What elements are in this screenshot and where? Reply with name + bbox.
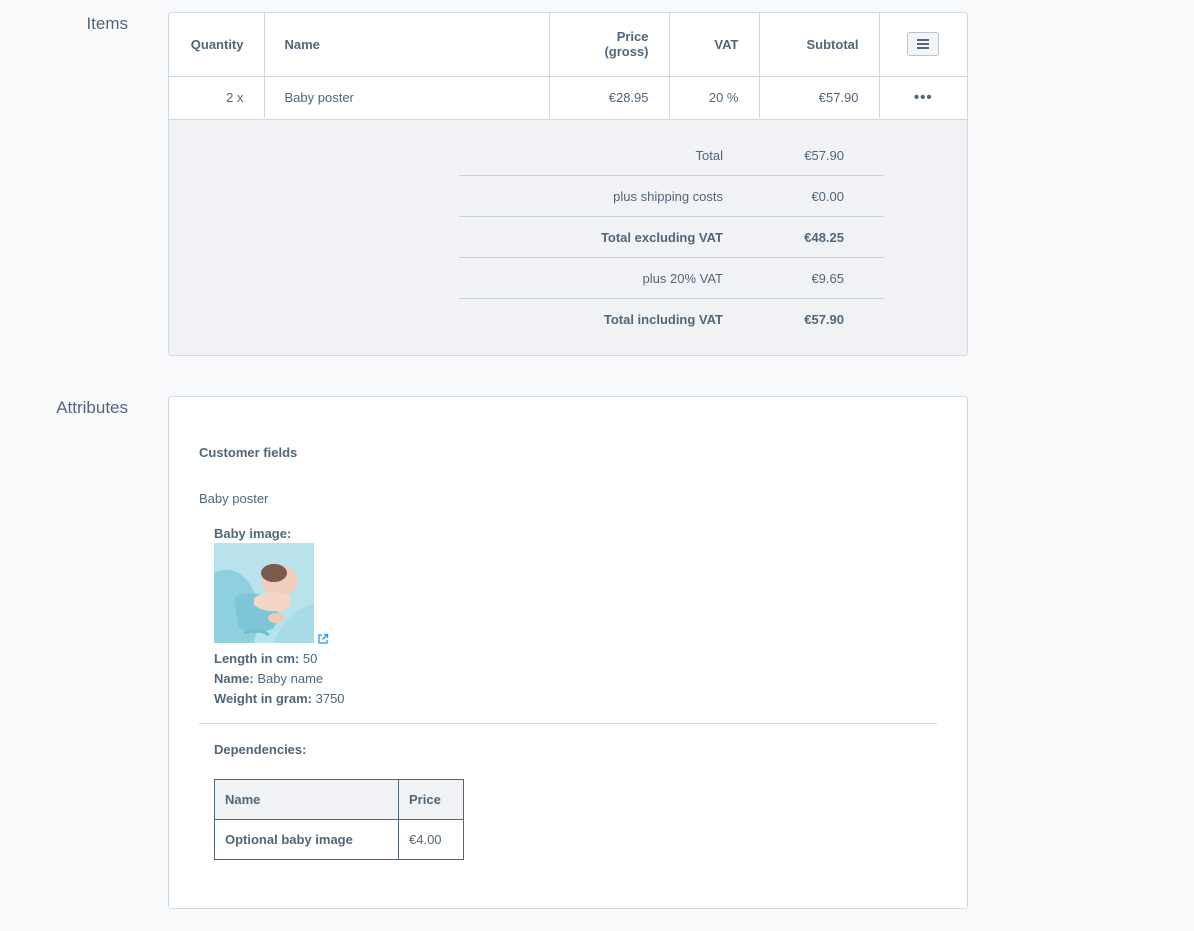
attribute-value: 50	[302, 651, 318, 666]
totals-row: Total including VAT €57.90	[459, 298, 884, 339]
table-row[interactable]: 2 x Baby poster €28.95 20 % €57.90 •••	[169, 76, 967, 118]
totals-value: €0.00	[763, 175, 884, 217]
totals-value: €57.90	[804, 147, 844, 163]
baby-image[interactable]	[214, 543, 314, 643]
items-section-label: Items	[86, 14, 128, 33]
external-link-icon[interactable]	[317, 632, 329, 644]
dep-column-header-price: Price	[398, 779, 464, 820]
baby-image-label: Baby image:	[214, 526, 292, 541]
totals-label: Total	[695, 147, 723, 163]
attribute-weight: Weight in gram: 3750	[214, 691, 345, 706]
dependencies-label: Dependencies:	[214, 742, 307, 757]
cell-vat: 20 %	[668, 76, 759, 118]
totals-value: €48.25	[763, 216, 884, 258]
column-header-actions	[878, 13, 967, 77]
totals-row: plus shipping costs €0.00	[459, 175, 884, 217]
cell-quantity: 2 x	[226, 89, 244, 105]
items-table: Quantity Name Price (gross) VAT Subtotal…	[169, 13, 967, 118]
totals-row: Total €57.90	[459, 135, 884, 176]
attribute-label: Weight in gram:	[214, 691, 312, 706]
attribute-value: 3750	[315, 691, 345, 706]
totals-label: Total including VAT	[459, 298, 763, 339]
items-card: Quantity Name Price (gross) VAT Subtotal…	[168, 12, 968, 356]
product-name: Baby poster	[199, 491, 269, 506]
cell-actions: •••	[878, 76, 967, 118]
dep-column-header-name: Name	[214, 779, 399, 820]
dependencies-table-header: Name Price	[214, 779, 464, 820]
ellipsis-icon[interactable]: •••	[914, 90, 933, 105]
column-header-subtotal[interactable]: Subtotal	[758, 13, 879, 77]
attribute-name: Name: Baby name	[214, 671, 323, 686]
attribute-label: Length in cm:	[214, 651, 300, 666]
items-table-header: Quantity Name Price (gross) VAT Subtotal	[169, 13, 967, 77]
totals-area: Total €57.90 plus shipping costs €0.00 T…	[169, 119, 967, 355]
cell-price: €28.95	[548, 76, 669, 118]
totals-label: Total excluding VAT	[459, 216, 763, 258]
divider	[199, 723, 937, 724]
attribute-length: Length in cm: 50	[214, 651, 317, 666]
cell-subtotal: €57.90	[758, 76, 879, 118]
column-header-quantity[interactable]: Quantity	[169, 13, 264, 77]
totals-label: plus shipping costs	[459, 175, 763, 217]
column-header-vat[interactable]: VAT	[668, 13, 759, 77]
totals-value: €57.90	[763, 298, 884, 339]
totals-row: plus 20% VAT €9.65	[459, 257, 884, 299]
totals-label: plus 20% VAT	[459, 257, 763, 299]
totals-value: €9.65	[763, 257, 884, 299]
attributes-card: Customer fields Baby poster Baby image: …	[168, 396, 968, 909]
column-header-name[interactable]: Name	[263, 13, 549, 77]
cell-name: Baby poster	[263, 76, 549, 118]
attributes-section-label: Attributes	[56, 398, 128, 417]
table-row: Optional baby image €4.00	[214, 819, 464, 860]
customer-fields-heading: Customer fields	[199, 445, 298, 460]
dep-cell-name: Optional baby image	[214, 819, 399, 860]
attribute-label: Name:	[214, 671, 254, 686]
totals-table: Total €57.90 plus shipping costs €0.00 T…	[459, 135, 884, 339]
attribute-value: Baby name	[257, 671, 324, 686]
totals-row: Total excluding VAT €48.25	[459, 216, 884, 258]
hamburger-menu-icon[interactable]	[907, 32, 940, 57]
dependencies-table: Name Price Optional baby image €4.00	[214, 779, 464, 860]
dep-cell-price: €4.00	[398, 819, 464, 860]
column-header-price[interactable]: Price (gross)	[548, 13, 669, 77]
